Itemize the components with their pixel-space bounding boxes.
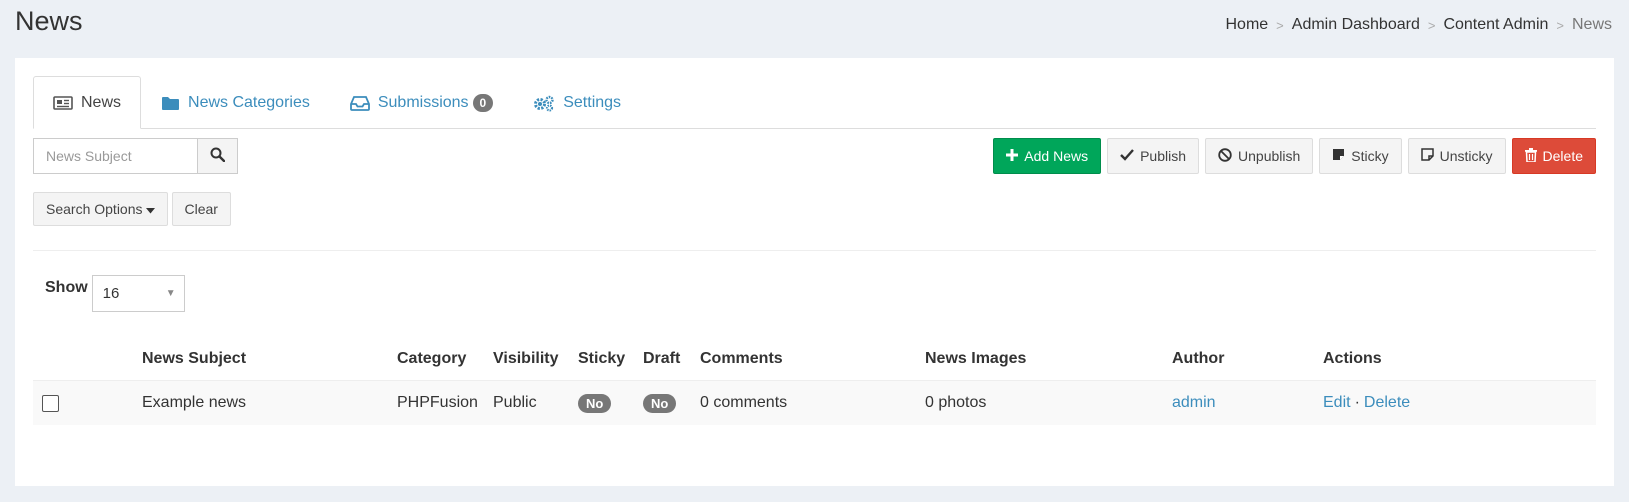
delete-label: Delete — [1542, 148, 1583, 164]
clear-label: Clear — [184, 201, 218, 217]
edit-link[interactable]: Edit — [1323, 394, 1351, 411]
breadcrumb-separator: > — [1556, 17, 1564, 33]
check-icon — [1120, 148, 1134, 164]
sticky-label: Sticky — [1351, 148, 1389, 164]
page-title: News — [15, 6, 83, 36]
column-header-sticky[interactable]: Sticky — [578, 350, 625, 368]
tab-settings[interactable]: Settings — [513, 76, 641, 129]
cell-visibility: Public — [493, 394, 537, 411]
caret-down-icon — [145, 201, 155, 217]
tab-news-categories-label: News Categories — [188, 94, 310, 111]
action-toolbar: Add News Publish Unpublish Sticky Unstic… — [993, 138, 1596, 174]
breadcrumb: Home > Admin Dashboard > Content Admin >… — [1225, 16, 1612, 34]
column-header-visibility[interactable]: Visibility — [493, 350, 559, 368]
breadcrumb-content-admin[interactable]: Content Admin — [1443, 16, 1548, 34]
unsticky-label: Unsticky — [1439, 148, 1493, 164]
column-header-draft[interactable]: Draft — [643, 350, 680, 368]
tab-submissions-label: Submissions — [377, 94, 469, 111]
cell-comments: 0 comments — [700, 394, 788, 411]
search-button[interactable] — [197, 138, 238, 174]
column-header-comments[interactable]: Comments — [700, 350, 783, 368]
unpublish-button[interactable]: Unpublish — [1205, 138, 1314, 174]
search-icon — [210, 147, 226, 166]
trash-icon — [1524, 147, 1537, 165]
cell-images: 0 photos — [925, 394, 987, 411]
add-news-label: Add News — [1024, 148, 1089, 164]
breadcrumb-current: News — [1571, 16, 1612, 33]
newspaper-icon — [53, 95, 73, 110]
sticky-status-badge: No — [578, 393, 612, 413]
sticky-note-icon — [1332, 148, 1345, 164]
publish-label: Publish — [1140, 148, 1187, 164]
draft-status-badge: No — [643, 393, 677, 413]
publish-button[interactable]: Publish — [1107, 138, 1200, 174]
divider — [33, 250, 1596, 251]
column-header-author[interactable]: Author — [1172, 350, 1224, 368]
page-size-select[interactable]: 16 ▼ — [91, 275, 185, 312]
tab-news-categories[interactable]: News Categories — [141, 76, 330, 129]
cell-actions: Edit · Delete — [1323, 394, 1410, 412]
folder-icon — [161, 96, 180, 111]
chevron-down-icon: ▼ — [165, 288, 176, 299]
sticky-button[interactable]: Sticky — [1319, 138, 1402, 174]
tab-bar: News News Categories Submissions 0 Setti… — [33, 76, 1596, 129]
search-options-row: Search Options Clear — [33, 192, 231, 226]
tab-news[interactable]: News — [33, 76, 142, 129]
cell-subject: Example news — [142, 394, 247, 411]
page-size-control: Show 16 ▼ — [45, 275, 185, 312]
add-news-button[interactable]: Add News — [993, 138, 1102, 174]
gears-icon — [533, 95, 555, 112]
breadcrumb-separator: > — [1276, 17, 1284, 33]
search-group — [33, 138, 238, 174]
breadcrumb-home[interactable]: Home — [1225, 16, 1268, 34]
column-header-category[interactable]: Category — [397, 350, 466, 368]
table-row: Example news PHPFusion Public No No 0 co… — [33, 381, 1596, 425]
breadcrumb-separator: > — [1427, 17, 1436, 33]
column-header-subject[interactable]: News Subject — [142, 350, 246, 368]
actions-separator: · — [1354, 394, 1360, 411]
page-size-value: 16 — [102, 285, 120, 302]
table-header: News Subject Category Visibility Sticky … — [33, 338, 1596, 381]
column-header-actions: Actions — [1323, 350, 1382, 367]
author-link[interactable]: admin — [1172, 394, 1216, 412]
plus-icon — [1006, 148, 1019, 164]
ban-icon — [1218, 147, 1232, 165]
delete-link[interactable]: Delete — [1364, 394, 1410, 411]
content-panel: News News Categories Submissions 0 Setti… — [15, 58, 1614, 486]
sticky-note-outline-icon — [1420, 148, 1434, 164]
search-options-button[interactable]: Search Options — [33, 192, 168, 226]
delete-button[interactable]: Delete — [1511, 138, 1596, 174]
news-table: News Subject Category Visibility Sticky … — [33, 338, 1596, 425]
cell-category: PHPFusion — [397, 394, 478, 411]
tab-settings-label: Settings — [563, 94, 622, 111]
breadcrumb-admin-dashboard[interactable]: Admin Dashboard — [1292, 16, 1420, 34]
inbox-icon — [349, 95, 370, 111]
search-input[interactable] — [33, 138, 197, 174]
show-label: Show — [45, 279, 88, 296]
column-header-images[interactable]: News Images — [925, 350, 1026, 368]
unpublish-label: Unpublish — [1238, 148, 1301, 164]
submissions-count-badge: 0 — [472, 94, 494, 112]
clear-button[interactable]: Clear — [171, 192, 231, 226]
tab-submissions[interactable]: Submissions 0 — [330, 76, 513, 129]
tab-news-label: News — [81, 93, 122, 111]
search-options-label: Search Options — [46, 201, 143, 217]
unsticky-button[interactable]: Unsticky — [1407, 138, 1506, 174]
row-checkbox[interactable] — [42, 395, 59, 412]
